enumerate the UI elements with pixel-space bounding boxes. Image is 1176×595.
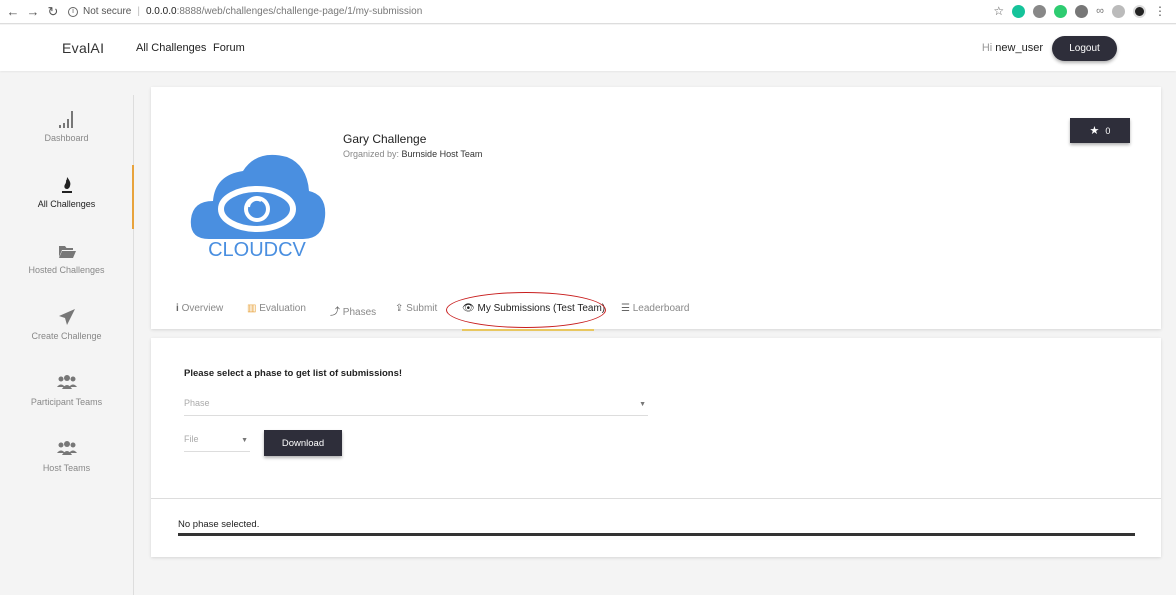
sidebar-item-all-challenges[interactable]: All Challenges <box>0 165 134 229</box>
submissions-card: Please select a phase to get list of sub… <box>151 338 1161 557</box>
nav-link-all-challenges[interactable]: All Challenges <box>136 42 206 54</box>
users-icon <box>56 375 77 389</box>
sidebar-item-label: Participant Teams <box>30 397 103 407</box>
tab-label: Overview <box>181 303 224 314</box>
tab-label: Leaderboard <box>632 303 690 314</box>
extension-infinity-icon[interactable]: ∞ <box>1096 5 1104 17</box>
bar-chart-icon: ▥ <box>247 303 257 314</box>
divider <box>151 498 1161 499</box>
info-icon[interactable]: i <box>68 6 78 17</box>
extension-shield-icon[interactable] <box>1054 4 1068 18</box>
nav-link-forum[interactable]: Forum <box>213 42 245 54</box>
tab-label: Evaluation <box>259 303 306 314</box>
sidebar: Dashboard All Challenges Hosted Challeng… <box>0 95 134 595</box>
challenge-title: Gary Challenge <box>343 132 427 146</box>
file-format-select[interactable]: File ▼ <box>184 434 250 452</box>
upload-icon: ⇪ <box>395 303 404 314</box>
browser-toolbar: ← → ↻ i Not secure | 0.0.0.0:8888/web/ch… <box>0 0 1176 24</box>
tab-submit[interactable]: ⇪ Submit <box>395 303 437 314</box>
top-navbar: EvalAI All Challenges Forum Hi new_user … <box>0 25 1176 71</box>
arrow-up-icon: ⤴ <box>330 307 340 318</box>
star-count: 0 <box>1105 125 1111 136</box>
sidebar-item-hosted-challenges[interactable]: Hosted Challenges <box>0 241 133 275</box>
file-select-placeholder: File <box>184 434 199 444</box>
sidebar-item-create-challenge[interactable]: Create Challenge <box>0 307 133 341</box>
challenge-header-card: CLOUDCV Gary Challenge Organized by: Bur… <box>151 87 1161 331</box>
sidebar-item-label: All Challenges <box>37 199 96 209</box>
bookmark-star-icon[interactable]: ☆ <box>993 4 1004 18</box>
chevron-down-icon: ▼ <box>241 437 248 444</box>
brand-logo[interactable]: EvalAI <box>62 40 104 56</box>
url-path: :8888/web/challenges/challenge-page/1/my… <box>176 6 423 17</box>
tab-phases[interactable]: ⤴ Phases <box>330 303 376 318</box>
phase-select-prompt: Please select a phase to get list of sub… <box>184 368 403 379</box>
info-icon: i <box>176 303 179 314</box>
greeting-hi: Hi <box>981 42 993 54</box>
annotation-highlight-oval <box>446 292 606 328</box>
reload-icon[interactable]: ↻ <box>46 4 60 20</box>
username[interactable]: new_user <box>995 42 1043 54</box>
tab-label: Phases <box>342 307 377 318</box>
paper-plane-icon <box>58 309 75 325</box>
bar-chart-icon <box>58 111 73 128</box>
tab-label: Submit <box>406 303 438 314</box>
sidebar-item-participant-teams[interactable]: Participant Teams <box>0 373 133 407</box>
extension-lock-icon[interactable] <box>1075 4 1089 18</box>
active-tab-indicator <box>462 329 594 331</box>
organizer-name: Burnside Host Team <box>401 149 483 159</box>
tab-leaderboard[interactable]: ☰ Leaderboard <box>621 303 689 314</box>
extension-angular-icon[interactable] <box>1112 4 1125 18</box>
organizer-line: Organized by: Burnside Host Team <box>343 149 482 159</box>
sidebar-item-dashboard[interactable]: Dashboard <box>0 109 133 143</box>
phase-select-placeholder: Phase <box>184 398 210 408</box>
logo-text: CLOUDCV <box>208 239 306 259</box>
sidebar-item-host-teams[interactable]: Host Teams <box>0 439 133 473</box>
phase-select[interactable]: Phase ▼ <box>184 398 648 416</box>
profile-avatar-icon[interactable] <box>1133 4 1146 18</box>
user-greeting: Hi new_user <box>982 42 1043 54</box>
sidebar-item-label: Create Challenge <box>31 331 102 341</box>
users-icon <box>56 441 77 455</box>
extension-gray-icon[interactable] <box>1033 4 1047 18</box>
empty-state-message: No phase selected. <box>178 519 260 530</box>
logout-button[interactable]: Logout <box>1052 36 1117 61</box>
url-host: 0.0.0.0 <box>145 6 177 17</box>
download-button[interactable]: Download <box>264 430 342 456</box>
browser-menu-icon[interactable]: ⋮ <box>1154 4 1166 18</box>
address-bar[interactable]: i Not secure | 0.0.0.0:8888/web/challeng… <box>68 6 422 17</box>
forward-icon[interactable]: → <box>26 4 40 19</box>
table-rule <box>178 533 1135 536</box>
list-icon: ☰ <box>621 303 630 314</box>
sidebar-item-label: Dashboard <box>44 133 89 143</box>
folder-open-icon <box>58 246 76 258</box>
challenge-logo: CLOUDCV <box>190 154 326 259</box>
tab-overview[interactable]: i Overview <box>176 303 223 314</box>
sidebar-item-label: Hosted Challenges <box>28 265 105 275</box>
tab-evaluation[interactable]: ▥ Evaluation <box>247 303 306 314</box>
chevron-down-icon: ▼ <box>639 401 646 408</box>
star-button[interactable]: ★ 0 <box>1070 118 1130 143</box>
extension-grammarly-icon[interactable] <box>1012 4 1026 18</box>
not-secure-label: Not secure <box>83 6 132 17</box>
star-icon: ★ <box>1089 125 1100 137</box>
sidebar-item-label: Host Teams <box>42 463 91 473</box>
flame-icon <box>61 177 72 193</box>
organized-by-label: Organized by: <box>343 149 400 159</box>
back-icon[interactable]: ← <box>6 4 20 19</box>
